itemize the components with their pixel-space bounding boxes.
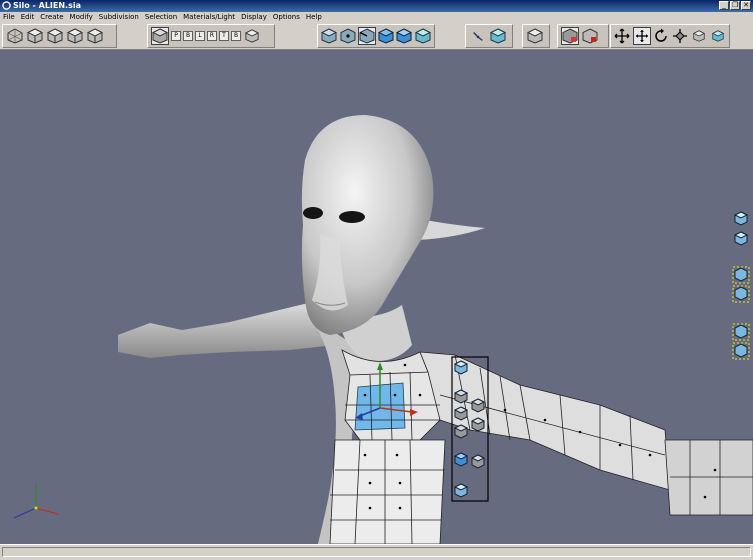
shaded-mode-button[interactable] xyxy=(561,27,579,45)
silo-logo-icon xyxy=(2,1,11,10)
view-button-4[interactable] xyxy=(86,27,104,45)
3d-viewport[interactable] xyxy=(0,50,753,544)
window-title: Silo - ALIEN.sia xyxy=(13,1,81,10)
menu-options[interactable]: Options xyxy=(270,12,303,23)
ortho-bottom-button[interactable]: B xyxy=(183,31,193,41)
transform-cube-button-2[interactable] xyxy=(709,27,726,45)
side-cube-icon xyxy=(733,231,749,246)
display-toolbar-group xyxy=(522,24,550,48)
perspective-view-button[interactable] xyxy=(6,27,24,45)
menu-selection[interactable]: Selection xyxy=(142,12,180,23)
move-icon xyxy=(635,30,648,42)
vertex-mode-icon xyxy=(340,28,356,44)
menu-edit[interactable]: Edit xyxy=(18,12,38,23)
menu-materials-light[interactable]: Materials/Light xyxy=(180,12,238,23)
transform-toolbar-group xyxy=(610,24,730,48)
snap-toolbar-group xyxy=(465,24,513,48)
ortho-back-button[interactable]: B xyxy=(231,31,241,41)
ortho-left-button[interactable]: L xyxy=(195,31,205,41)
cube-icon xyxy=(245,29,259,43)
edge-mode-button[interactable] xyxy=(357,27,376,45)
symmetry-button[interactable] xyxy=(489,27,507,45)
view-toolbar-group xyxy=(2,24,117,48)
display-cube-icon xyxy=(527,28,543,44)
menu-create[interactable]: Create xyxy=(37,12,66,23)
wireframe-cube-icon xyxy=(582,28,598,44)
world-axis-icon xyxy=(13,484,59,519)
transform-cube-button-1[interactable] xyxy=(690,27,707,45)
rotate-icon xyxy=(655,28,667,42)
cube-mode-icon xyxy=(414,28,431,44)
menu-file[interactable]: File xyxy=(0,12,18,23)
multi-mode-icon xyxy=(396,28,413,44)
alien-mesh-cage[interactable] xyxy=(329,349,753,544)
symmetry-cube-icon xyxy=(490,28,506,44)
camera-view-button[interactable] xyxy=(151,27,169,45)
object-mode-icon xyxy=(321,28,338,44)
menu-display[interactable]: Display xyxy=(238,12,270,23)
perspective-view-icon xyxy=(7,28,23,44)
multi-mode-button[interactable] xyxy=(396,27,413,45)
viewport-canvas[interactable] xyxy=(0,50,753,544)
cube-view-icon xyxy=(87,28,103,44)
status-bar xyxy=(0,544,753,560)
scale-icon xyxy=(672,29,687,43)
side-selected-cube-icon xyxy=(732,323,750,341)
menu-bar: File Edit Create Modify Subdivision Sele… xyxy=(0,12,753,23)
ortho-perspective-button[interactable]: P xyxy=(171,31,181,41)
move-icon xyxy=(614,28,630,44)
minimize-button[interactable]: _ xyxy=(719,1,729,10)
cube-view-icon xyxy=(47,28,63,44)
title-bar: Silo - ALIEN.sia _ ❒ ✕ xyxy=(0,0,753,12)
ortho-top-button[interactable]: T xyxy=(219,31,229,41)
snap-icon xyxy=(473,32,483,41)
wireframe-mode-button[interactable] xyxy=(581,27,599,45)
scale-tool-button[interactable] xyxy=(672,27,689,45)
display-mode-button[interactable] xyxy=(526,27,544,45)
cube-camera-icon xyxy=(152,28,168,44)
shading-toolbar-group xyxy=(557,24,609,48)
view-button-3[interactable] xyxy=(66,27,84,45)
side-selected-cube-icon xyxy=(732,266,750,284)
close-button[interactable]: ✕ xyxy=(741,1,751,10)
move-tool-button[interactable] xyxy=(614,27,631,45)
snap-button[interactable] xyxy=(469,27,487,45)
status-field xyxy=(2,547,751,557)
side-tool-icons[interactable] xyxy=(732,211,750,360)
restore-button[interactable]: ❒ xyxy=(730,1,740,10)
face-mode-icon xyxy=(378,28,395,44)
view-button-2[interactable] xyxy=(46,27,64,45)
side-cube-icon xyxy=(733,211,749,226)
side-selected-cube-icon xyxy=(732,342,750,360)
cube-view-icon xyxy=(67,28,83,44)
edge-mode-icon xyxy=(359,28,375,44)
ortho-right-button[interactable]: R xyxy=(207,31,217,41)
cube-icon xyxy=(711,30,724,42)
menu-subdivision[interactable]: Subdivision xyxy=(96,12,142,23)
cube-icon xyxy=(692,30,705,42)
object-mode-button[interactable] xyxy=(321,27,338,45)
vertex-mode-button[interactable] xyxy=(339,27,356,45)
main-toolbar: P B L R T B xyxy=(0,23,753,50)
ortho-cube-button[interactable] xyxy=(243,27,261,45)
selection-mode-group xyxy=(317,24,435,48)
universal-tool-button[interactable] xyxy=(632,27,651,45)
face-mode-button[interactable] xyxy=(378,27,395,45)
shaded-cube-icon xyxy=(562,28,578,44)
cube-mode-button[interactable] xyxy=(414,27,431,45)
ortho-toolbar-group: P B L R T B xyxy=(147,24,275,48)
rotate-tool-button[interactable] xyxy=(653,27,670,45)
side-selected-cube-icon xyxy=(732,285,750,303)
menu-modify[interactable]: Modify xyxy=(67,12,96,23)
cube-view-icon xyxy=(27,28,43,44)
menu-help[interactable]: Help xyxy=(303,12,325,23)
view-button-1[interactable] xyxy=(26,27,44,45)
